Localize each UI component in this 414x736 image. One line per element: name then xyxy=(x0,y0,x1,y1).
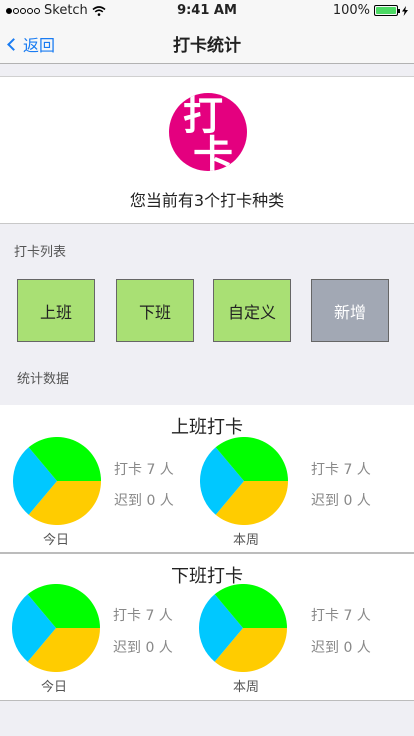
period-label-week: 本周 xyxy=(233,533,260,548)
status-bar: Sketch 9:41 AM 100% xyxy=(0,0,414,22)
period-label-week: 本周 xyxy=(233,680,260,695)
type-button-onduty[interactable]: 上班 xyxy=(17,279,95,342)
late-count: 迟到 0 人 xyxy=(311,493,371,509)
today-pie-chart xyxy=(12,584,100,672)
type-count-text: 您当前有3个打卡种类 xyxy=(129,191,285,210)
summary-card: 打 卡 您当前有3个打卡种类 xyxy=(0,76,414,224)
stat-card-title: 上班打卡 xyxy=(171,417,243,438)
add-type-button-label: 新增 xyxy=(333,302,366,322)
navigation-bar: 返回 打卡统计 xyxy=(0,22,414,64)
bottom-spacer xyxy=(0,704,414,736)
app-logo: 打 卡 xyxy=(169,93,247,171)
type-button-label: 上班 xyxy=(39,302,72,322)
type-button-label: 下班 xyxy=(138,302,171,322)
checkin-count: 打卡 7 人 xyxy=(311,462,371,478)
today-pie-chart xyxy=(13,437,101,525)
battery-group: 100% xyxy=(333,3,408,18)
page-title: 打卡统计 xyxy=(173,36,241,56)
logo-text-bottom: 卡 xyxy=(193,133,233,171)
offduty-stats-card: 下班打卡 今日 打卡 7 人 迟到 0 人 本周 打卡 7 人 迟到 0 人 xyxy=(0,553,414,701)
checkin-count: 打卡 7 人 xyxy=(311,608,371,624)
stats-label: 统计数据 xyxy=(17,372,70,387)
checkin-count: 打卡 7 人 xyxy=(113,608,173,624)
week-pie-chart xyxy=(200,437,288,525)
onduty-stats-card: 上班打卡 今日 打卡 7 人 迟到 0 人 本周 打卡 7 人 迟到 0 人 xyxy=(0,405,414,553)
type-button-label: 自定义 xyxy=(227,302,276,322)
late-count: 迟到 0 人 xyxy=(311,640,371,656)
add-type-button[interactable]: 新增 xyxy=(311,279,389,342)
period-label-today: 今日 xyxy=(43,533,70,548)
punch-list-label: 打卡列表 xyxy=(14,245,67,260)
type-button-offduty[interactable]: 下班 xyxy=(116,279,194,342)
checkin-count: 打卡 7 人 xyxy=(114,462,174,478)
week-pie-chart xyxy=(199,584,287,672)
period-label-today: 今日 xyxy=(41,680,68,695)
late-count: 迟到 0 人 xyxy=(113,640,173,656)
battery-icon xyxy=(374,5,400,16)
battery-percent: 100% xyxy=(332,3,370,18)
late-count: 迟到 0 人 xyxy=(114,493,174,509)
type-button-custom[interactable]: 自定义 xyxy=(213,279,291,342)
charging-bolt-icon xyxy=(402,5,408,16)
